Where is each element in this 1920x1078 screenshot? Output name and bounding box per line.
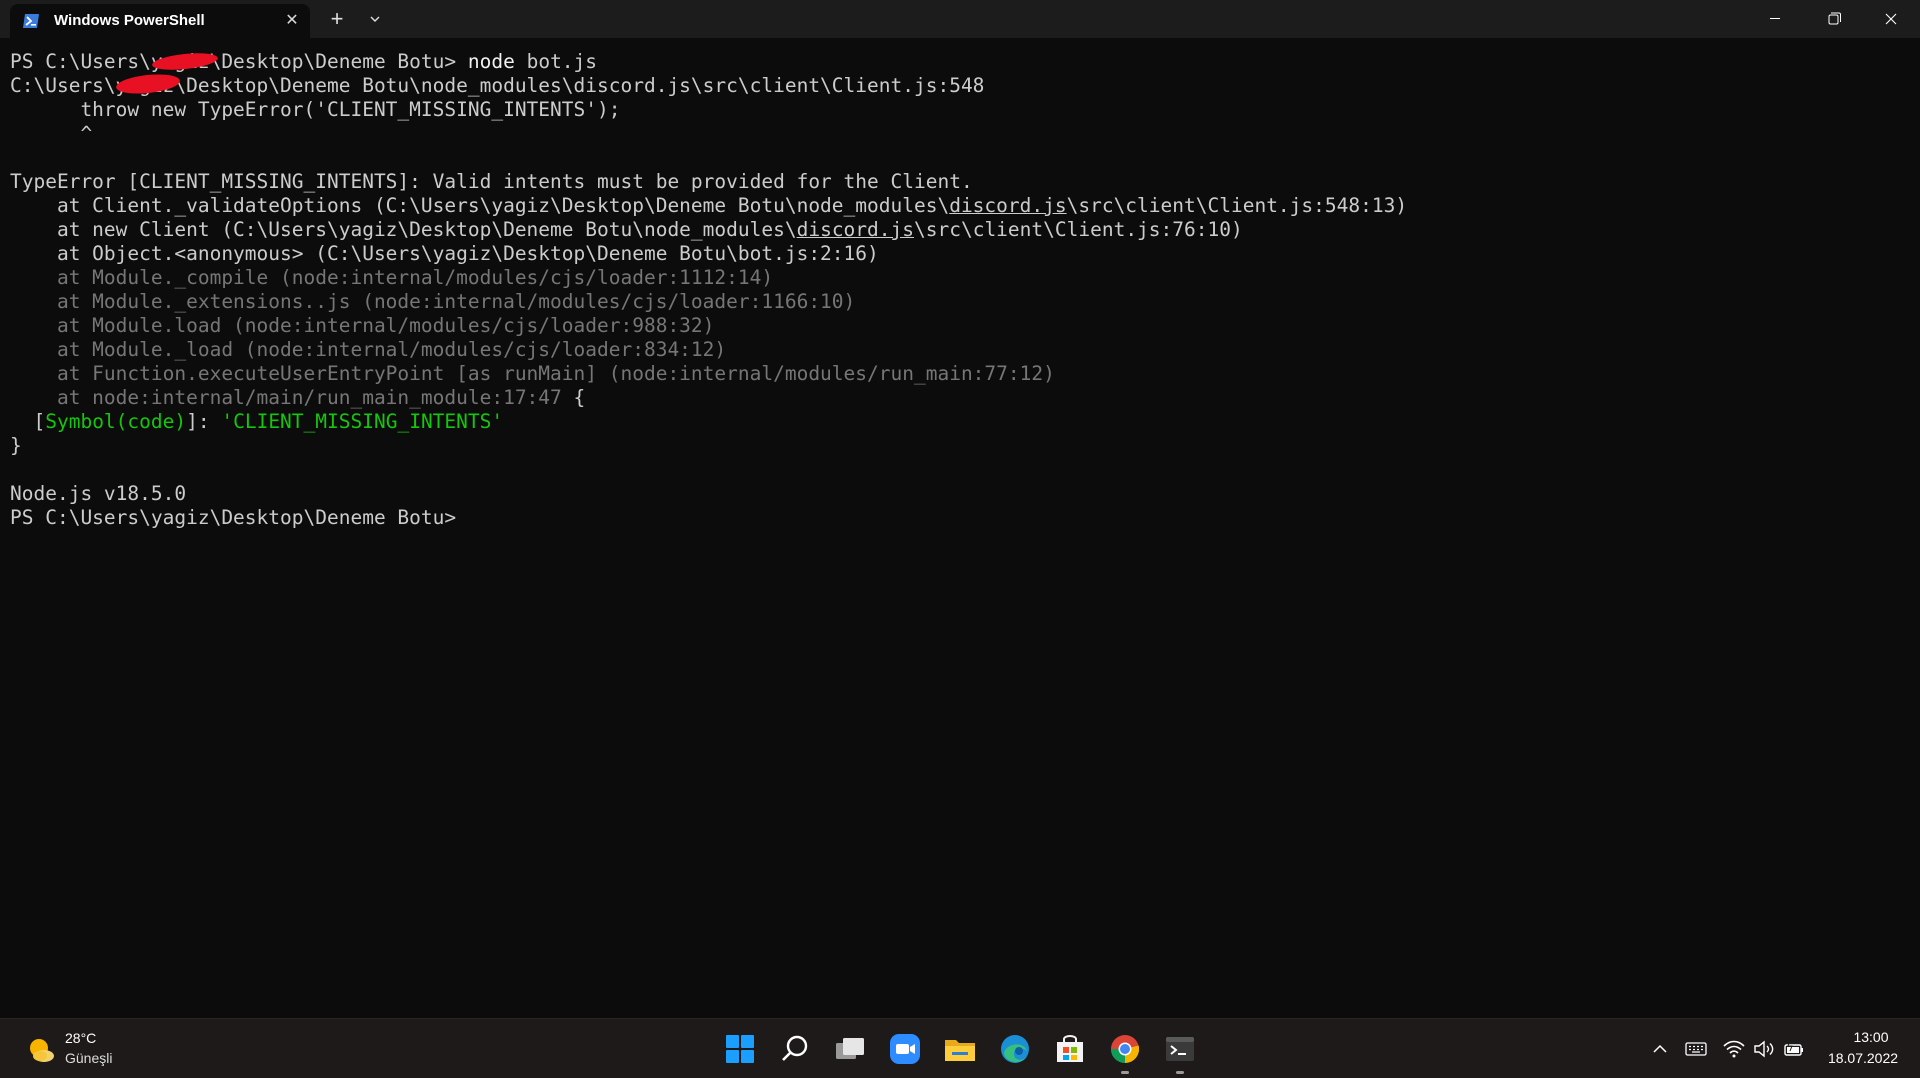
weather-condition: Güneşli [65,1050,113,1066]
terminal-line: PS C:\Users\yagiz\Desktop\Deneme Botu> n… [10,50,1910,74]
terminal-text-segment: throw new TypeError('CLIENT_MISSING_INTE… [10,98,621,121]
terminal-text-segment: at Module._extensions..js (node:internal… [10,290,856,313]
terminal-text-segment: } [10,434,22,457]
edge-icon[interactable] [997,1031,1033,1067]
volume-icon[interactable] [1752,1037,1776,1061]
store-icon[interactable] [1052,1031,1088,1067]
terminal-text-segment: at Function.executeUserEntryPoint [as ru… [10,362,1055,385]
terminal-text-segment: at Client._validateOptions (C:\Users\yag… [10,194,950,217]
wifi-icon[interactable] [1722,1037,1746,1061]
terminal-text-segment: at Module.load (node:internal/modules/cj… [10,314,715,337]
terminal-text-segment: discord.js [796,218,914,241]
powershell-icon [23,14,39,28]
terminal-line: PS C:\Users\yagiz\Desktop\Deneme Botu> [10,506,1910,530]
chrome-icon[interactable] [1107,1031,1143,1067]
terminal-text-segment: 'CLIENT_MISSING_INTENTS' [221,410,504,433]
taskbar: 28°C Güneşli 13:00 18.07.2022 [0,1018,1920,1078]
terminal-text-segment: at new Client (C:\Users\yagiz\Desktop\De… [10,218,797,241]
chrome-running-indicator [1121,1071,1129,1074]
task-view-icon[interactable] [832,1031,868,1067]
terminal-icon[interactable] [1162,1031,1198,1067]
partly-sunny-icon [30,1039,54,1062]
terminal-line: at Module.load (node:internal/modules/cj… [10,314,1910,338]
terminal-text-segment: node [467,50,515,73]
chevron-up-icon[interactable] [1648,1037,1672,1061]
terminal-text-segment: PS C:\Users\yagiz\Desktop\Deneme Botu> [10,50,468,73]
minimize-button[interactable] [1746,0,1804,38]
terminal-line: at Function.executeUserEntryPoint [as ru… [10,362,1910,386]
terminal-line: [Symbol(code)]: 'CLIENT_MISSING_INTENTS' [10,410,1910,434]
terminal-text-segment: Symbol(code) [45,410,187,433]
terminal-text-segment: { [561,386,586,409]
terminal-line: at Object.<anonymous> (C:\Users\yagiz\De… [10,242,1910,266]
terminal-text-segment: TypeError [CLIENT_MISSING_INTENTS]: Vali… [10,170,973,193]
restore-button[interactable] [1804,0,1862,38]
terminal-text-segment: discord.js [949,194,1067,217]
terminal-text-segment: ]: [186,410,222,433]
terminal-text-segment: \src\client\Client.js:548:13) [1066,194,1408,217]
terminal-line: at Module._extensions..js (node:internal… [10,290,1910,314]
terminal-line: TypeError [CLIENT_MISSING_INTENTS]: Vali… [10,170,1910,194]
clock-date[interactable]: 18.07.2022 [1820,1050,1906,1066]
tab-close-icon[interactable]: ✕ [282,11,302,31]
terminal-line: at Client._validateOptions (C:\Users\yag… [10,194,1910,218]
battery-icon[interactable] [1782,1037,1806,1061]
terminal-text-segment: at Module._compile (node:internal/module… [10,266,774,289]
terminal-line: at Module._compile (node:internal/module… [10,266,1910,290]
terminal-line: at node:internal/main/run_main_module:17… [10,386,1910,410]
terminal-line: } [10,434,1910,458]
terminal-output[interactable]: PS C:\Users\yagiz\Desktop\Deneme Botu> n… [10,50,1910,1010]
terminal-line: at new Client (C:\Users\yagiz\Desktop\De… [10,218,1910,242]
tab-windows-powershell[interactable]: Windows PowerShell ✕ [10,4,310,38]
terminal-running-indicator [1176,1071,1184,1074]
weather-temperature: 28°C [65,1030,97,1046]
windows-logo-icon[interactable] [722,1031,758,1067]
close-button[interactable] [1862,0,1920,38]
terminal-text-segment: bot.js [514,50,598,73]
terminal-line: C:\Users\yagiz\Desktop\Deneme Botu\node_… [10,74,1910,98]
terminal-line: Node.js v18.5.0 [10,482,1910,506]
new-tab-button[interactable]: + [324,6,350,32]
terminal-text-segment: Node.js v18.5.0 [10,482,187,505]
terminal-text-segment: ^ [10,122,93,145]
title-bar: Windows PowerShell ✕ + [0,0,1920,38]
folder-icon[interactable] [942,1031,978,1067]
zoom-icon[interactable] [887,1031,923,1067]
keyboard-icon[interactable] [1684,1037,1708,1061]
terminal-text-segment: at node:internal/main/run_main_module:17… [10,386,562,409]
chevron-down-icon[interactable] [362,6,388,32]
terminal-line: throw new TypeError('CLIENT_MISSING_INTE… [10,98,1910,122]
terminal-text-segment: [ [10,410,46,433]
terminal-line: at Module._load (node:internal/modules/c… [10,338,1910,362]
terminal-text-segment: \src\client\Client.js:76:10) [914,218,1243,241]
terminal-line: ^ [10,122,1910,146]
tab-title: Windows PowerShell [54,12,205,29]
clock-time[interactable]: 13:00 [1836,1029,1906,1045]
terminal-text-segment: at Object.<anonymous> (C:\Users\yagiz\De… [10,242,879,265]
terminal-text-segment: at Module._load (node:internal/modules/c… [10,338,727,361]
search-icon[interactable] [777,1031,813,1067]
terminal-text-segment: PS C:\Users\yagiz\Desktop\Deneme Botu> [10,506,457,529]
